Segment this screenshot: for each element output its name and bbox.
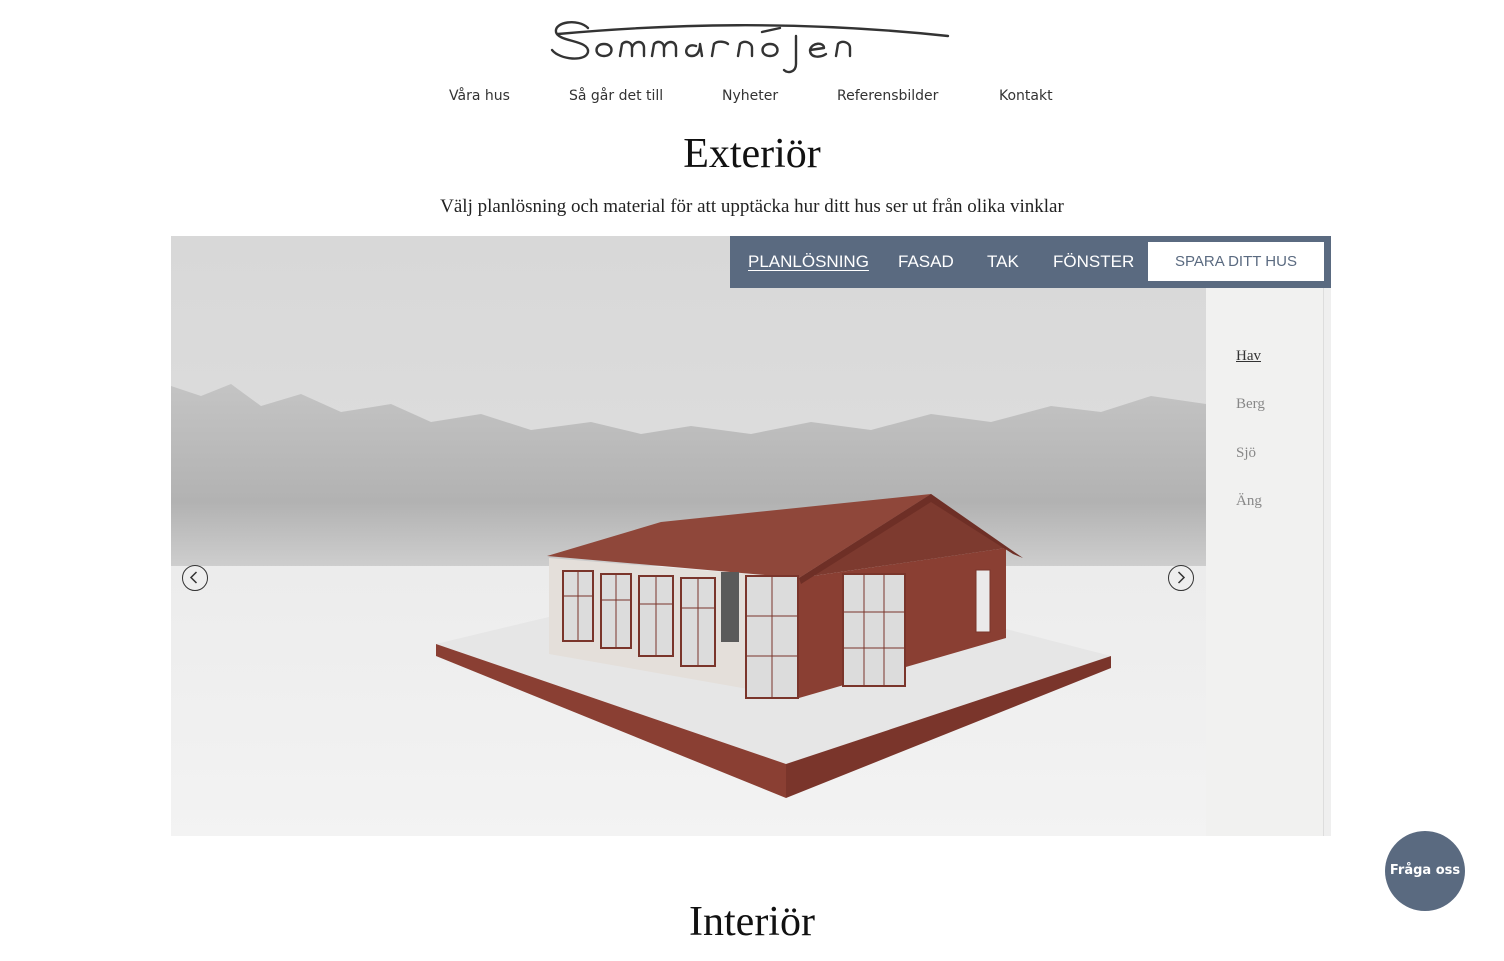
chevron-left-icon	[189, 571, 198, 584]
carousel-next-button[interactable]	[1168, 565, 1194, 591]
page-subtitle: Välj planlösning och material för att up…	[440, 196, 1064, 217]
ask-us-chat-button[interactable]: Fråga oss	[1385, 831, 1465, 911]
save-house-button[interactable]: SPARA DITT HUS	[1148, 242, 1324, 281]
configurator-tabs: PLANLÖSNING FASAD TAK FÖNSTER SPARA DITT…	[730, 236, 1331, 288]
interior-section-title: Interiör	[689, 899, 815, 945]
nav-item-kontakt[interactable]: Kontakt	[999, 88, 1053, 104]
main-nav: Våra hus Så går det till Nyheter Referen…	[0, 88, 1504, 112]
nav-item-sa-gar-det-till[interactable]: Så går det till	[569, 88, 663, 104]
environment-option-sjo[interactable]: Sjö	[1236, 445, 1256, 462]
house-configurator: Hav Berg Sjö Äng PLANLÖSNING FASAD TAK F…	[171, 236, 1331, 836]
brand-logo[interactable]	[548, 14, 952, 78]
environment-option-hav[interactable]: Hav	[1236, 348, 1261, 365]
nav-item-nyheter[interactable]: Nyheter	[722, 88, 778, 104]
tab-planlosning[interactable]: PLANLÖSNING	[748, 252, 869, 272]
environment-option-ang[interactable]: Äng	[1236, 493, 1262, 510]
house-render-image	[171, 236, 1206, 836]
tab-tak[interactable]: TAK	[987, 252, 1019, 272]
nav-item-vara-hus[interactable]: Våra hus	[449, 88, 510, 104]
page-title: Exteriör	[683, 131, 821, 177]
environment-option-berg[interactable]: Berg	[1236, 396, 1265, 413]
tab-fonster[interactable]: FÖNSTER	[1053, 252, 1134, 272]
carousel-prev-button[interactable]	[182, 565, 208, 591]
tab-fasad[interactable]: FASAD	[898, 252, 954, 272]
chevron-right-icon	[1177, 571, 1186, 584]
environment-panel: Hav Berg Sjö Äng	[1206, 288, 1324, 836]
nav-item-referensbilder[interactable]: Referensbilder	[837, 88, 938, 104]
